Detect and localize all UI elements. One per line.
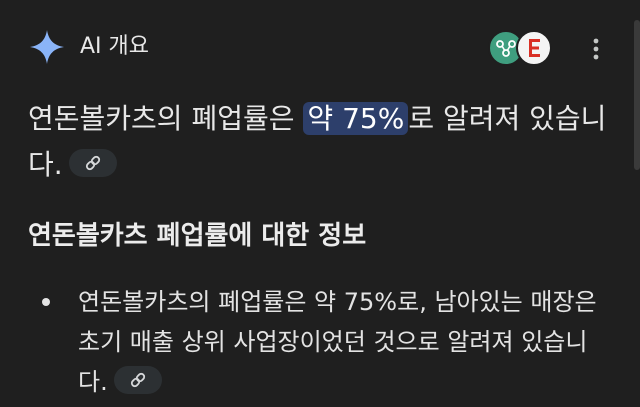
ai-overview-header: AI 개요 bbox=[28, 28, 640, 68]
summary-link-chip[interactable] bbox=[68, 149, 117, 177]
source-favicons[interactable] bbox=[488, 28, 560, 68]
summary-highlight: 약 75% bbox=[303, 102, 409, 135]
summary-text-before: 연돈볼카츠의 폐업률은 bbox=[28, 102, 304, 135]
bullet-list: 연돈볼카츠의 폐업률은 약 75%로, 남아있는 매장은 초기 매출 상위 사업… bbox=[28, 282, 608, 402]
section-heading: 연돈볼카츠 폐업률에 대한 정보 bbox=[28, 221, 367, 251]
link-icon bbox=[85, 155, 100, 171]
sparkle-icon bbox=[30, 30, 64, 64]
bullet-link-chip[interactable] bbox=[113, 366, 162, 394]
scrollbar-thumb[interactable] bbox=[634, 20, 640, 170]
ai-overview-title: AI 개요 bbox=[80, 34, 150, 59]
link-icon bbox=[130, 372, 145, 388]
ai-overview-panel: AI 개요 연돈볼카츠의 폐업률은 약 75% 로 알려져 있습니다. 연돈볼카… bbox=[0, 0, 640, 407]
summary-text: 연돈볼카츠의 폐업률은 약 75% 로 알려져 있습니다. bbox=[28, 96, 618, 188]
source-favicon-red-icon[interactable] bbox=[516, 30, 552, 66]
more-vert-icon[interactable] bbox=[584, 34, 608, 64]
list-item: 연돈볼카츠의 폐업률은 약 75%로, 남아있는 매장은 초기 매출 상위 사업… bbox=[28, 282, 608, 402]
bullet-dot bbox=[42, 298, 50, 306]
